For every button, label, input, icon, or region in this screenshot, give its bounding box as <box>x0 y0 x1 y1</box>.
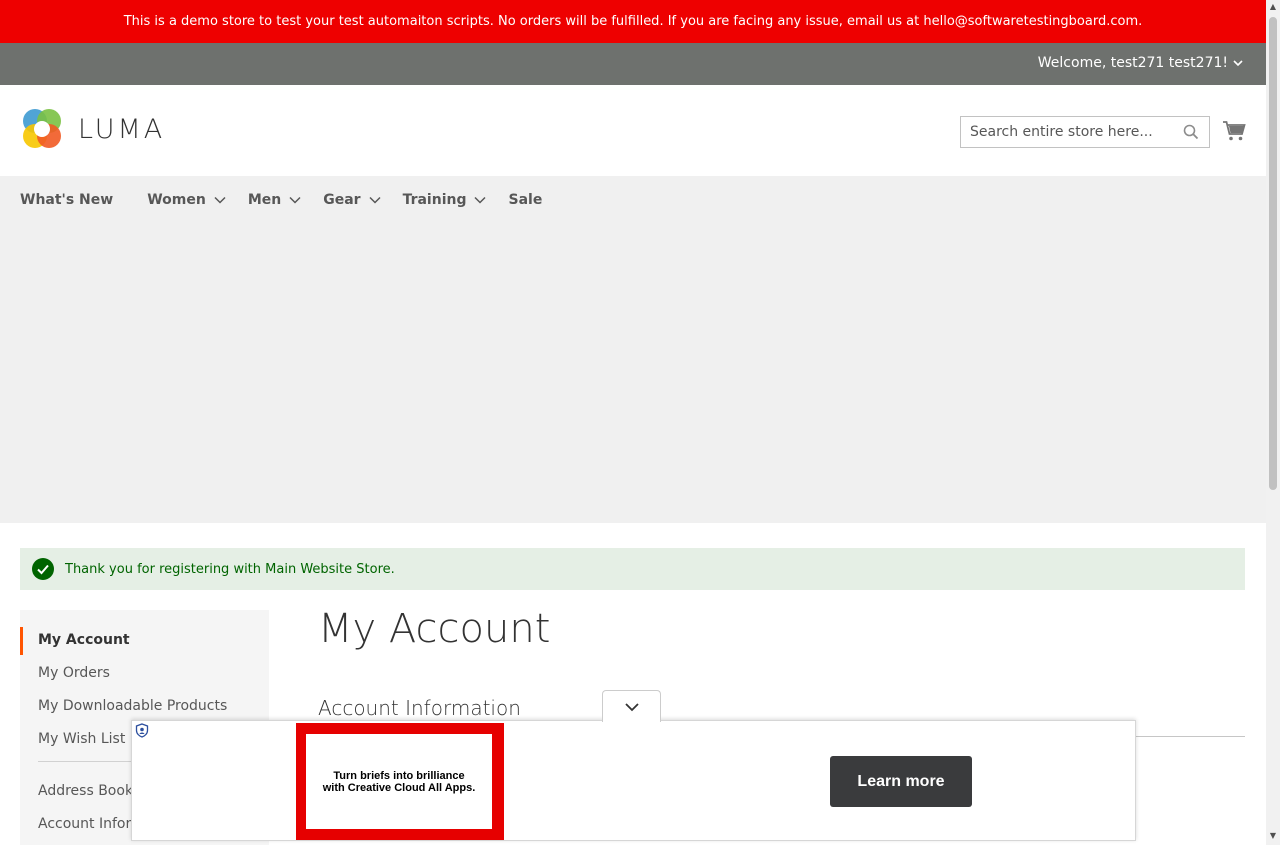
ad-creative[interactable]: Turn briefs into brilliance with Creativ… <box>296 723 504 840</box>
scroll-down-icon[interactable]: ▼ <box>1269 832 1277 840</box>
welcome-text: Welcome, test271 test271! <box>1037 55 1228 71</box>
store-logo[interactable]: LUMA <box>20 107 165 151</box>
scroll-up-icon[interactable]: ▲ <box>1269 3 1277 11</box>
sidebar-item-my-account[interactable]: My Account <box>20 627 269 660</box>
sidebar-item-my-orders[interactable]: My Orders <box>20 660 269 693</box>
page-scrollbar[interactable]: ▲ ▼ <box>1266 0 1280 845</box>
header-panel: Welcome, test271 test271! <box>0 43 1266 85</box>
main-navigation: What's New Women Men Gear Training Sale <box>0 176 1266 523</box>
ad-learn-more-button[interactable]: Learn more <box>830 756 972 807</box>
nav-item-women[interactable]: Women <box>147 190 226 210</box>
ad-headline: Turn briefs into brilliance with Creativ… <box>306 734 492 829</box>
nav-item-whats-new[interactable]: What's New <box>20 190 113 210</box>
ad-headline-line1: Turn briefs into brilliance <box>333 769 465 782</box>
logo-text: LUMA <box>78 113 166 145</box>
ad-collapse-button[interactable] <box>602 690 661 722</box>
demo-notice-banner: This is a demo store to test your test a… <box>0 0 1266 43</box>
chevron-down-icon <box>214 196 226 204</box>
chevron-down-icon <box>1233 60 1243 67</box>
search-input[interactable] <box>961 117 1171 147</box>
shield-icon[interactable] <box>135 723 149 738</box>
chevron-down-icon <box>624 702 639 711</box>
success-message: Thank you for registering with Main Webs… <box>20 548 1245 590</box>
nav-item-training[interactable]: Training <box>403 190 487 210</box>
advertisement-banner: Turn briefs into brilliance with Creativ… <box>131 720 1136 841</box>
chevron-down-icon <box>369 196 381 204</box>
chevron-down-icon <box>289 196 301 204</box>
success-message-text: Thank you for registering with Main Webs… <box>65 561 395 577</box>
nav-item-men[interactable]: Men <box>248 190 301 210</box>
luma-logo-icon <box>23 109 61 148</box>
header-main: LUMA <box>0 85 1266 176</box>
cart-icon[interactable] <box>1222 120 1246 142</box>
scrollbar-thumb[interactable] <box>1269 17 1277 490</box>
customer-welcome-menu[interactable]: Welcome, test271 test271! <box>1038 43 1244 83</box>
chevron-down-icon <box>474 196 487 204</box>
search-box <box>960 116 1210 148</box>
nav-item-gear[interactable]: Gear <box>323 190 381 210</box>
demo-notice-text: This is a demo store to test your test a… <box>123 14 1143 29</box>
ad-headline-line2: with Creative Cloud All Apps. <box>322 781 476 794</box>
account-information-title: Account Information <box>318 696 521 720</box>
check-icon <box>32 558 54 580</box>
nav-item-sale[interactable]: Sale <box>508 190 542 210</box>
page-title: My Account <box>318 606 551 652</box>
search-icon[interactable] <box>1183 124 1199 140</box>
